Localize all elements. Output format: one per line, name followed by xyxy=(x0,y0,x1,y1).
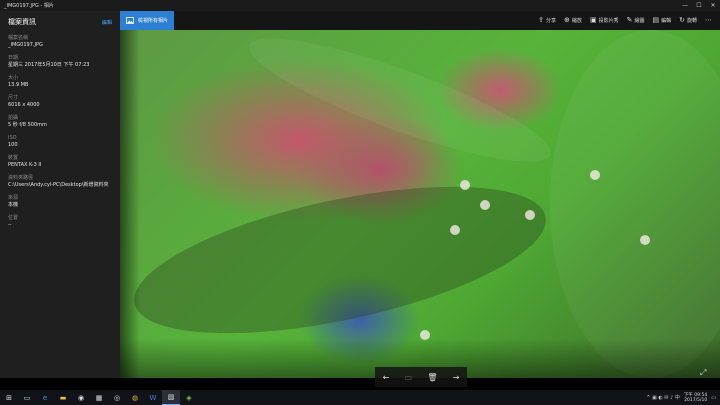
file-explorer-icon[interactable]: ▬ xyxy=(54,390,72,405)
previous-icon[interactable]: ← xyxy=(383,373,390,382)
file-info-panel: 檔案資訊 編輯 檔案名稱 _IMG0197.JPG 日期 星期三 2017年5月… xyxy=(0,11,120,378)
info-icon[interactable]: ▭ xyxy=(405,373,413,382)
rotate-icon: ↻ xyxy=(679,16,685,24)
photo-view[interactable] xyxy=(120,30,720,378)
field-device: 裝置 PENTAX K-3 II xyxy=(8,155,42,168)
share-icon: ⇪ xyxy=(538,16,545,24)
field-source: 來源 本機 xyxy=(8,195,19,208)
field-dimensions: 尺寸 6016 x 4000 xyxy=(8,95,40,108)
slideshow-button[interactable]: ▣ 投影片秀 xyxy=(586,11,623,30)
command-bar: 檢視所有相片 ⇪ 分享 ⊕ 縮放 ▣ 投影片秀 ✎ 繪圖 ▤ 編輯 ↻ 旋轉 ⋯ xyxy=(120,11,720,30)
notification-icon[interactable]: ▭ xyxy=(711,395,716,401)
next-icon[interactable]: → xyxy=(453,373,460,382)
zoom-button[interactable]: ⊕ 縮放 xyxy=(560,11,586,30)
edge-icon[interactable]: e xyxy=(36,390,54,405)
maximize-button[interactable]: ☐ xyxy=(692,0,706,11)
taskbar: ⊞ ▭ e ▬ ◉ ▦ ◎ ◍ W ▧ ◈ ^ ▣ ◐ ✉ ♪ 中 下午 09:… xyxy=(0,390,720,405)
field-folder-path: 資料夾路徑 C:\Users\Andy.cyl-PC\Desktop\新增資料夾 xyxy=(8,175,109,188)
field-size: 大小 13.9 MB xyxy=(8,75,29,88)
app-icon[interactable]: ◎ xyxy=(108,390,126,405)
delete-icon[interactable]: 🗑 xyxy=(427,373,437,382)
rotate-button[interactable]: ↻ 旋轉 xyxy=(675,11,701,30)
word-icon[interactable]: W xyxy=(144,390,162,405)
field-exposure: 拍攝 5 秒 f/8 500mm xyxy=(8,115,47,128)
title-bar: _IMG0197.JPG - 相片 — ☐ ✕ xyxy=(0,0,720,11)
app-icon[interactable]: ◈ xyxy=(180,390,198,405)
field-iso: ISO 100 xyxy=(8,135,18,148)
zoom-icon: ⊕ xyxy=(564,16,570,24)
pen-icon: ✎ xyxy=(626,16,633,24)
clock[interactable]: 下午 09:54 2017/5/10 xyxy=(684,393,707,403)
photo-nav-bar: ← ▭ 🗑 → xyxy=(375,367,467,387)
field-filename: 檔案名稱 _IMG0197.JPG xyxy=(8,35,43,48)
field-location: 位置 -- xyxy=(8,215,19,228)
close-button[interactable]: ✕ xyxy=(706,0,720,11)
share-button[interactable]: ⇪ 分享 xyxy=(534,11,560,30)
window-title: _IMG0197.JPG - 相片 xyxy=(4,3,54,9)
system-tray-icons[interactable]: ^ ▣ ◐ ✉ ♪ 中 xyxy=(646,394,680,401)
photos-icon[interactable]: ▧ xyxy=(162,390,180,405)
field-date: 日期 星期三 2017年5月10日 下午 07:23 xyxy=(8,55,90,68)
more-icon: ⋯ xyxy=(705,16,712,24)
fullscreen-icon[interactable]: ⤢ xyxy=(700,368,706,378)
chrome-icon[interactable]: ◍ xyxy=(126,390,144,405)
photo-icon xyxy=(126,17,134,24)
start-button[interactable]: ⊞ xyxy=(0,390,18,405)
edit-info-link[interactable]: 編輯 xyxy=(102,19,112,26)
task-view-button[interactable]: ▭ xyxy=(18,390,36,405)
view-all-photos-button[interactable]: 檢視所有相片 xyxy=(120,11,175,30)
slideshow-icon: ▣ xyxy=(589,16,597,24)
calculator-icon[interactable]: ▦ xyxy=(90,390,108,405)
panel-title: 檔案資訊 xyxy=(8,18,36,26)
minimize-button[interactable]: — xyxy=(678,0,692,11)
draw-button[interactable]: ✎ 繪圖 xyxy=(623,11,649,30)
more-options-button[interactable]: ⋯ xyxy=(701,11,716,30)
edit-icon: ▤ xyxy=(652,16,660,24)
app-icon[interactable]: ◉ xyxy=(72,390,90,405)
edit-button[interactable]: ▤ 編輯 xyxy=(648,11,675,30)
